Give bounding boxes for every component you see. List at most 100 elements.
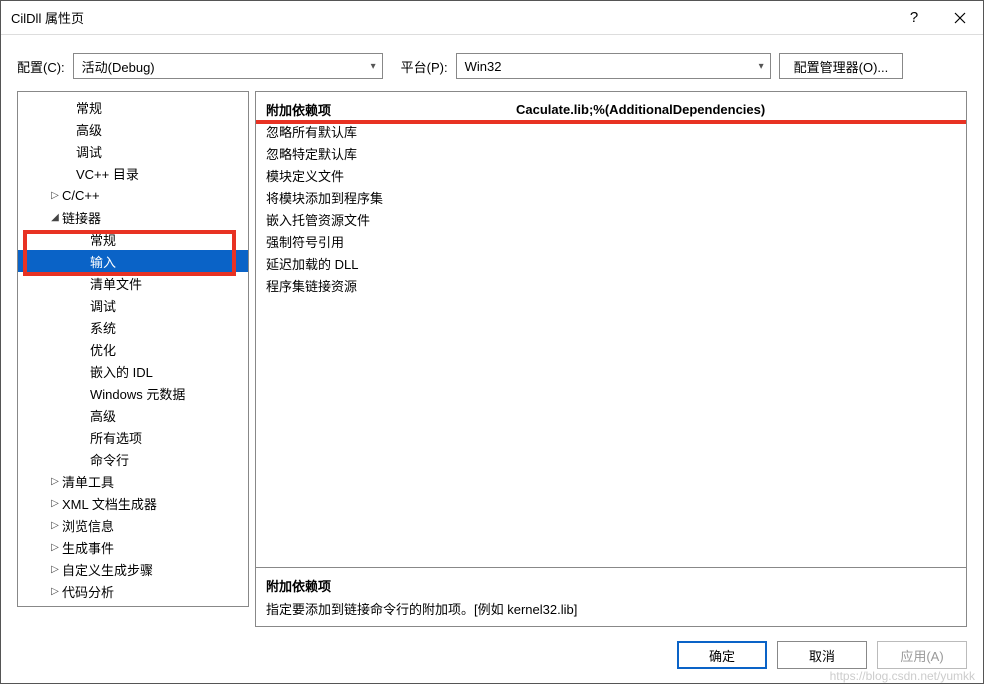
- tree-item[interactable]: 高级: [18, 404, 248, 426]
- config-row: 配置(C): 活动(Debug) ▾ 平台(P): Win32 ▾ 配置管理器(…: [1, 35, 983, 83]
- window-title: CilDll 属性页: [11, 8, 891, 27]
- tree-expand-icon[interactable]: ▷: [48, 586, 62, 597]
- property-row[interactable]: 忽略特定默认库: [256, 142, 966, 164]
- tree-item[interactable]: 调试: [18, 140, 248, 162]
- property-label: 模块定义文件: [256, 166, 516, 185]
- ok-button[interactable]: 确定: [677, 641, 767, 669]
- platform-dropdown[interactable]: Win32 ▾: [456, 53, 771, 79]
- platform-value: Win32: [465, 59, 502, 74]
- property-grid[interactable]: 附加依赖项Caculate.lib;%(AdditionalDependenci…: [255, 91, 967, 568]
- property-row[interactable]: 附加依赖项Caculate.lib;%(AdditionalDependenci…: [256, 98, 966, 120]
- dialog-buttons: 确定 取消 应用(A): [1, 627, 983, 683]
- tree-item-label: 命令行: [90, 450, 129, 469]
- property-row[interactable]: 嵌入托管资源文件: [256, 208, 966, 230]
- tree-item[interactable]: 优化: [18, 338, 248, 360]
- tree-expand-icon[interactable]: ◢: [48, 212, 62, 223]
- tree-item-label: XML 文档生成器: [62, 494, 157, 513]
- description-box: 附加依赖项 指定要添加到链接命令行的附加项。[例如 kernel32.lib]: [255, 568, 967, 627]
- property-row[interactable]: 将模块添加到程序集: [256, 186, 966, 208]
- close-icon: [954, 12, 966, 24]
- property-label: 程序集链接资源: [256, 276, 516, 295]
- property-label: 将模块添加到程序集: [256, 188, 516, 207]
- apply-button: 应用(A): [877, 641, 967, 669]
- tree-expand-icon[interactable]: ▷: [48, 498, 62, 509]
- tree-item-label: 系统: [90, 318, 116, 337]
- navigation-tree[interactable]: 常规高级调试VC++ 目录▷C/C++◢链接器常规输入清单文件调试系统优化嵌入的…: [17, 91, 249, 607]
- tree-item-label: 嵌入的 IDL: [90, 362, 153, 381]
- tree-item-label: VC++ 目录: [76, 164, 139, 183]
- property-row[interactable]: 强制符号引用: [256, 230, 966, 252]
- tree-item[interactable]: ▷自定义生成步骤: [18, 558, 248, 580]
- property-label: 延迟加载的 DLL: [256, 254, 516, 273]
- tree-item[interactable]: ▷C/C++: [18, 184, 248, 206]
- property-row[interactable]: 延迟加载的 DLL: [256, 252, 966, 274]
- configuration-dropdown[interactable]: 活动(Debug) ▾: [73, 53, 383, 79]
- platform-label: 平台(P):: [401, 57, 448, 76]
- tree-expand-icon[interactable]: ▷: [48, 564, 62, 575]
- tree-item[interactable]: ▷浏览信息: [18, 514, 248, 536]
- property-label: 忽略所有默认库: [256, 122, 516, 141]
- tree-expand-icon[interactable]: ▷: [48, 190, 62, 201]
- property-page-window: CilDll 属性页 ? 配置(C): 活动(Debug) ▾ 平台(P): W…: [0, 0, 984, 684]
- configuration-value: 活动(Debug): [82, 57, 155, 76]
- tree-item[interactable]: ▷代码分析: [18, 580, 248, 602]
- tree-item-label: 高级: [90, 406, 116, 425]
- tree-item[interactable]: Windows 元数据: [18, 382, 248, 404]
- tree-item[interactable]: 常规: [18, 96, 248, 118]
- right-pane: 附加依赖项Caculate.lib;%(AdditionalDependenci…: [255, 91, 967, 627]
- tree-wrapper: 常规高级调试VC++ 目录▷C/C++◢链接器常规输入清单文件调试系统优化嵌入的…: [17, 91, 249, 627]
- tree-item-label: 清单工具: [62, 472, 114, 491]
- property-label: 嵌入托管资源文件: [256, 210, 516, 229]
- tree-item-label: 清单文件: [90, 274, 142, 293]
- tree-item[interactable]: 系统: [18, 316, 248, 338]
- tree-item-label: Windows 元数据: [90, 384, 185, 403]
- tree-item-label: 调试: [90, 296, 116, 315]
- chevron-down-icon: ▾: [371, 61, 376, 72]
- body: 常规高级调试VC++ 目录▷C/C++◢链接器常规输入清单文件调试系统优化嵌入的…: [1, 83, 983, 627]
- titlebar: CilDll 属性页 ?: [1, 1, 983, 35]
- tree-item-label: 输入: [90, 252, 116, 271]
- close-button[interactable]: [937, 1, 983, 35]
- tree-item[interactable]: 常规: [18, 228, 248, 250]
- tree-item-label: 链接器: [62, 208, 101, 227]
- tree-item[interactable]: 清单文件: [18, 272, 248, 294]
- tree-item[interactable]: 调试: [18, 294, 248, 316]
- tree-item-label: 调试: [76, 142, 102, 161]
- tree-item-label: 常规: [90, 230, 116, 249]
- help-button[interactable]: ?: [891, 1, 937, 35]
- tree-item-label: 所有选项: [90, 428, 142, 447]
- property-row[interactable]: 程序集链接资源: [256, 274, 966, 296]
- tree-item-label: 优化: [90, 340, 116, 359]
- tree-item[interactable]: VC++ 目录: [18, 162, 248, 184]
- tree-item[interactable]: 命令行: [18, 448, 248, 470]
- description-title: 附加依赖项: [266, 576, 956, 595]
- tree-item[interactable]: ▷生成事件: [18, 536, 248, 558]
- description-text: 指定要添加到链接命令行的附加项。[例如 kernel32.lib]: [266, 599, 956, 618]
- property-label: 忽略特定默认库: [256, 144, 516, 163]
- tree-item[interactable]: 高级: [18, 118, 248, 140]
- tree-item-label: 自定义生成步骤: [62, 560, 153, 579]
- config-label: 配置(C):: [17, 57, 65, 76]
- tree-item-label: 高级: [76, 120, 102, 139]
- tree-item[interactable]: 输入: [18, 250, 248, 272]
- tree-item-label: 常规: [76, 98, 102, 117]
- property-row[interactable]: 模块定义文件: [256, 164, 966, 186]
- tree-expand-icon[interactable]: ▷: [48, 542, 62, 553]
- tree-item[interactable]: ▷清单工具: [18, 470, 248, 492]
- property-value[interactable]: Caculate.lib;%(AdditionalDependencies): [516, 102, 966, 117]
- property-row[interactable]: 忽略所有默认库: [256, 120, 966, 142]
- chevron-down-icon: ▾: [759, 61, 764, 72]
- tree-item[interactable]: 嵌入的 IDL: [18, 360, 248, 382]
- tree-item-label: 浏览信息: [62, 516, 114, 535]
- tree-item[interactable]: ◢链接器: [18, 206, 248, 228]
- tree-expand-icon[interactable]: ▷: [48, 476, 62, 487]
- cancel-button[interactable]: 取消: [777, 641, 867, 669]
- configuration-manager-button[interactable]: 配置管理器(O)...: [779, 53, 904, 79]
- tree-item[interactable]: ▷XML 文档生成器: [18, 492, 248, 514]
- tree-item[interactable]: 所有选项: [18, 426, 248, 448]
- tree-item-label: 代码分析: [62, 582, 114, 601]
- tree-expand-icon[interactable]: ▷: [48, 520, 62, 531]
- property-label: 附加依赖项: [256, 100, 516, 119]
- tree-item-label: 生成事件: [62, 538, 114, 557]
- property-label: 强制符号引用: [256, 232, 516, 251]
